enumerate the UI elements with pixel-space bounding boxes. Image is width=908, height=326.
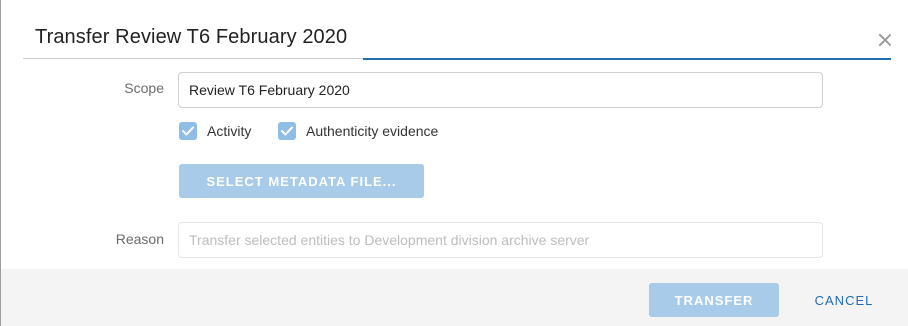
checkbox-checked-icon[interactable] <box>179 122 197 140</box>
authenticity-evidence-checkbox[interactable]: Authenticity evidence <box>278 121 438 141</box>
authenticity-evidence-checkbox-label: Authenticity evidence <box>306 123 439 139</box>
transfer-button[interactable]: TRANSFER <box>649 283 779 317</box>
header-divider <box>23 58 363 59</box>
transfer-dialog: Transfer Review T6 February 2020 Scope A… <box>0 0 908 326</box>
dialog-header: Transfer Review T6 February 2020 <box>23 0 908 60</box>
checkbox-checked-icon[interactable] <box>278 122 296 140</box>
cancel-button[interactable]: CANCEL <box>801 283 887 317</box>
reason-input[interactable] <box>178 222 823 258</box>
dialog-footer: TRANSFER CANCEL <box>1 269 908 326</box>
scope-input[interactable] <box>178 72 823 108</box>
activity-checkbox-label: Activity <box>207 123 252 139</box>
dialog-title: Transfer Review T6 February 2020 <box>35 26 348 48</box>
close-icon[interactable] <box>875 30 895 50</box>
activity-checkbox[interactable]: Activity <box>179 121 251 141</box>
header-accent-line <box>363 58 891 60</box>
scope-label: Scope <box>124 80 164 96</box>
select-metadata-file-button[interactable]: SELECT METADATA FILE... <box>179 164 424 198</box>
reason-label: Reason <box>115 231 164 247</box>
